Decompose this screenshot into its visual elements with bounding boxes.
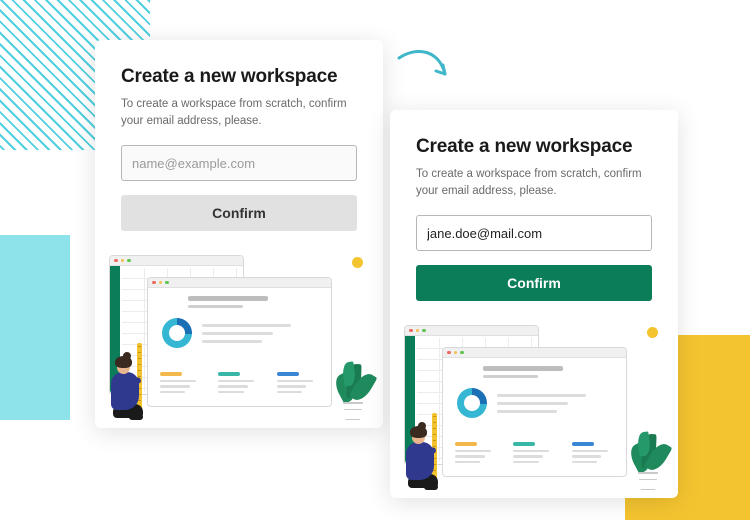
- window-minimize-icon: [416, 329, 420, 333]
- window-zoom-icon: [460, 351, 464, 355]
- workspace-card-empty-state: Create a new workspace To create a works…: [95, 40, 383, 428]
- plant-illustration: [628, 410, 668, 490]
- pie-chart-icon: [457, 388, 487, 418]
- window-close-icon: [152, 281, 156, 285]
- workspace-card-filled-state: Create a new workspace To create a works…: [390, 110, 678, 498]
- confirm-button[interactable]: Confirm: [416, 265, 652, 301]
- card-subtitle: To create a workspace from scratch, conf…: [416, 166, 652, 199]
- window-zoom-icon: [422, 329, 426, 333]
- window-minimize-icon: [454, 351, 458, 355]
- pie-chart-icon: [162, 318, 192, 348]
- card-title: Create a new workspace: [416, 136, 652, 158]
- card-illustration: [404, 325, 664, 490]
- person-illustration: [107, 340, 157, 418]
- bg-cyan-block: [0, 235, 70, 420]
- confirm-button[interactable]: Confirm: [121, 195, 357, 231]
- window-minimize-icon: [121, 259, 125, 263]
- plant-illustration: [333, 340, 373, 420]
- sun-icon: [647, 327, 658, 338]
- window-zoom-icon: [165, 281, 169, 285]
- card-subtitle: To create a workspace from scratch, conf…: [121, 96, 357, 129]
- window-minimize-icon: [159, 281, 163, 285]
- window-close-icon: [447, 351, 451, 355]
- email-field[interactable]: [416, 215, 652, 251]
- window-zoom-icon: [127, 259, 131, 263]
- email-field[interactable]: [121, 145, 357, 181]
- illustration-window-front: [147, 277, 332, 407]
- window-close-icon: [114, 259, 118, 263]
- illustration-window-front: [442, 347, 627, 477]
- window-close-icon: [409, 329, 413, 333]
- sun-icon: [352, 257, 363, 268]
- flow-arrow-icon: [395, 40, 455, 100]
- card-illustration: [109, 255, 369, 420]
- card-title: Create a new workspace: [121, 66, 357, 88]
- person-illustration: [402, 410, 452, 488]
